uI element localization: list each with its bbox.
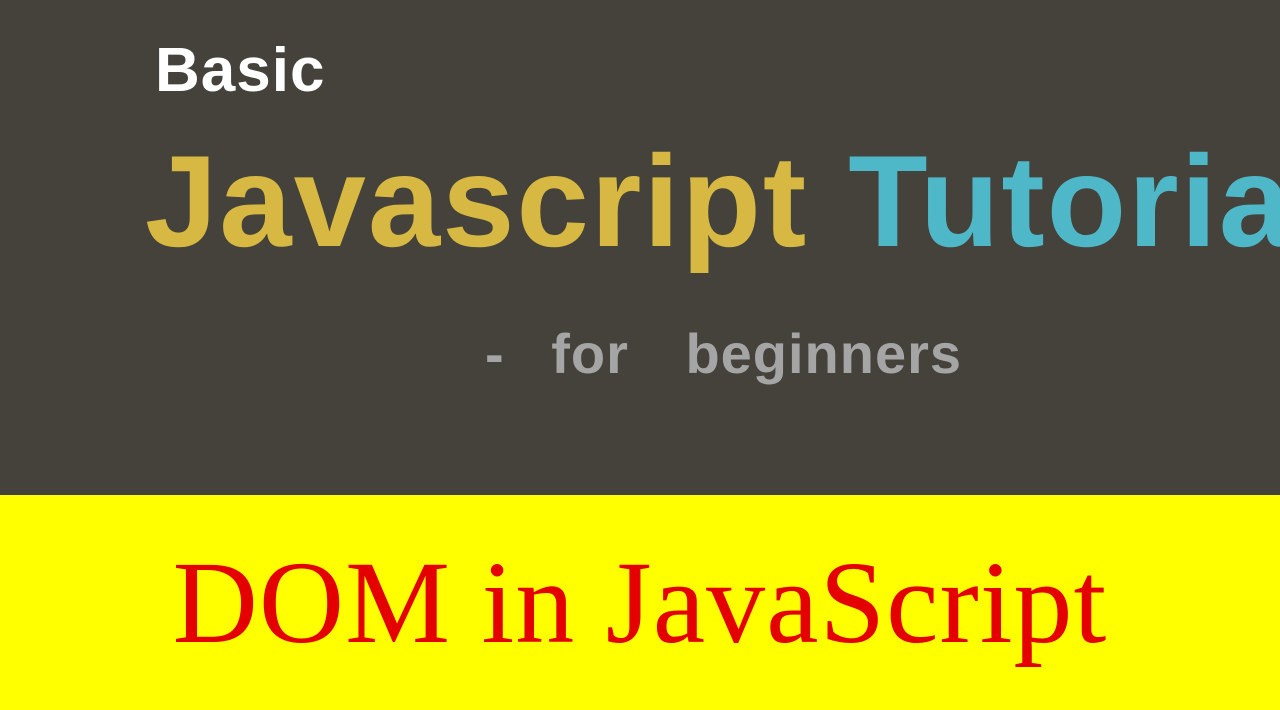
basic-label: Basic [155,35,1220,106]
subtitle-beginners: beginners [685,322,962,385]
banner-top-section: Basic Javascript Tutorial - for beginner… [0,0,1280,495]
subtitle-line: - for beginners [485,321,1220,386]
javascript-word: Javascript [145,136,808,266]
tutorial-banner: Basic Javascript Tutorial - for beginner… [0,0,1280,710]
subtitle-dash: - [485,322,505,385]
banner-bottom-section: DOM in JavaScript [0,495,1280,710]
tutorial-word: Tutorial [848,136,1280,266]
subtitle-for: for [551,322,629,385]
title-line: Javascript Tutorial [145,136,1220,266]
dom-title: DOM in JavaScript [173,535,1108,671]
